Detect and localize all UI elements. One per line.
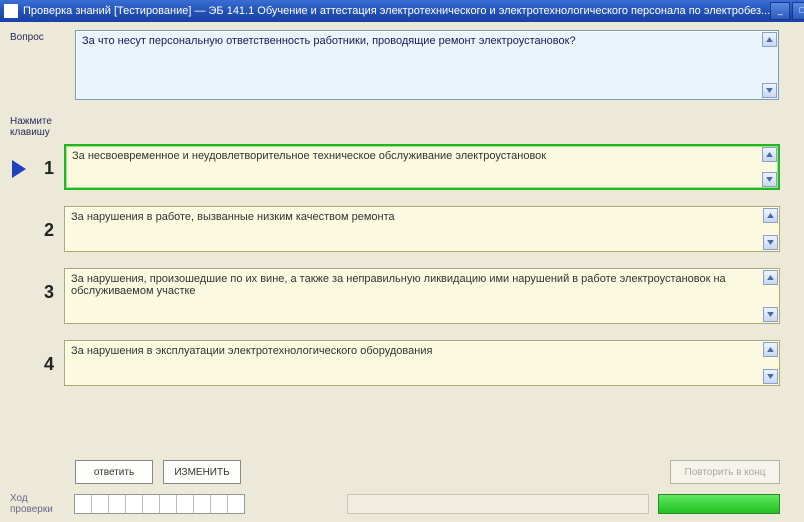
scroll-down-icon[interactable] — [763, 369, 778, 384]
scroll-up-icon[interactable] — [762, 32, 777, 47]
answer-text: За нарушения, произошедшие по их вине, а… — [71, 273, 726, 297]
question-text: За что несут персональную ответственност… — [82, 35, 576, 47]
answer-number: 1 — [34, 144, 64, 179]
window-titlebar: Проверка знаний [Тестирование] — ЭБ 141.… — [0, 0, 804, 22]
question-label: Вопрос — [10, 32, 65, 43]
confirm-button[interactable]: ответить — [75, 460, 153, 484]
answer-option-4[interactable]: За нарушения в эксплуатации электротехно… — [64, 340, 780, 386]
progress-cell — [109, 495, 126, 513]
answer-text: За несвоевременное и неудовлетворительно… — [72, 150, 546, 162]
progress-cell — [228, 495, 244, 513]
current-pointer-icon — [12, 160, 26, 178]
scroll-down-icon[interactable] — [763, 235, 778, 250]
minimize-button[interactable]: _ — [770, 2, 790, 20]
progress-cell — [177, 495, 194, 513]
scroll-up-icon[interactable] — [763, 342, 778, 357]
answer-text: За нарушения в работе, вызванные низким … — [71, 211, 395, 223]
progress-cell — [92, 495, 109, 513]
progress-cell — [160, 495, 177, 513]
answers-hint-label: Нажмите клавишу — [10, 116, 65, 138]
repeat-later-button[interactable]: Повторить в конц — [670, 460, 780, 484]
scroll-down-icon[interactable] — [762, 83, 777, 98]
maximize-button[interactable]: □ — [792, 2, 804, 20]
answer-row: 2 За нарушения в работе, вызванные низки… — [34, 206, 780, 252]
time-bar — [658, 494, 780, 514]
app-icon — [4, 4, 18, 18]
progress-cell — [211, 495, 228, 513]
progress-label: Ход проверки — [10, 493, 66, 515]
window-title: Проверка знаний [Тестирование] — ЭБ 141.… — [23, 5, 770, 17]
progress-cells — [74, 494, 245, 514]
progress-cell — [126, 495, 143, 513]
answer-row: 4 За нарушения в эксплуатации электротех… — [34, 340, 780, 386]
scroll-up-icon[interactable] — [763, 208, 778, 223]
scroll-up-icon[interactable] — [763, 270, 778, 285]
question-box: За что несут персональную ответственност… — [75, 30, 779, 100]
progress-cell — [194, 495, 211, 513]
answer-row: 3 За нарушения, произошедшие по их вине,… — [34, 268, 780, 324]
answer-number: 4 — [34, 340, 64, 375]
progress-cell — [75, 495, 92, 513]
answer-option-3[interactable]: За нарушения, произошедшие по их вине, а… — [64, 268, 780, 324]
answer-number: 3 — [34, 268, 64, 303]
status-spacer — [347, 494, 649, 514]
scroll-down-icon[interactable] — [762, 172, 777, 187]
scroll-down-icon[interactable] — [763, 307, 778, 322]
progress-cell — [143, 495, 160, 513]
answer-option-2[interactable]: За нарушения в работе, вызванные низким … — [64, 206, 780, 252]
answer-number: 2 — [34, 206, 64, 241]
cancel-button[interactable]: ИЗМЕНИТЬ — [163, 460, 241, 484]
answer-text: За нарушения в эксплуатации электротехно… — [71, 345, 432, 357]
scroll-up-icon[interactable] — [762, 147, 777, 162]
client-area: Вопрос За что несут персональную ответст… — [0, 22, 804, 522]
answer-row: 1 За несвоевременное и неудовлетворитель… — [34, 144, 780, 190]
answer-option-1[interactable]: За несвоевременное и неудовлетворительно… — [64, 144, 780, 190]
